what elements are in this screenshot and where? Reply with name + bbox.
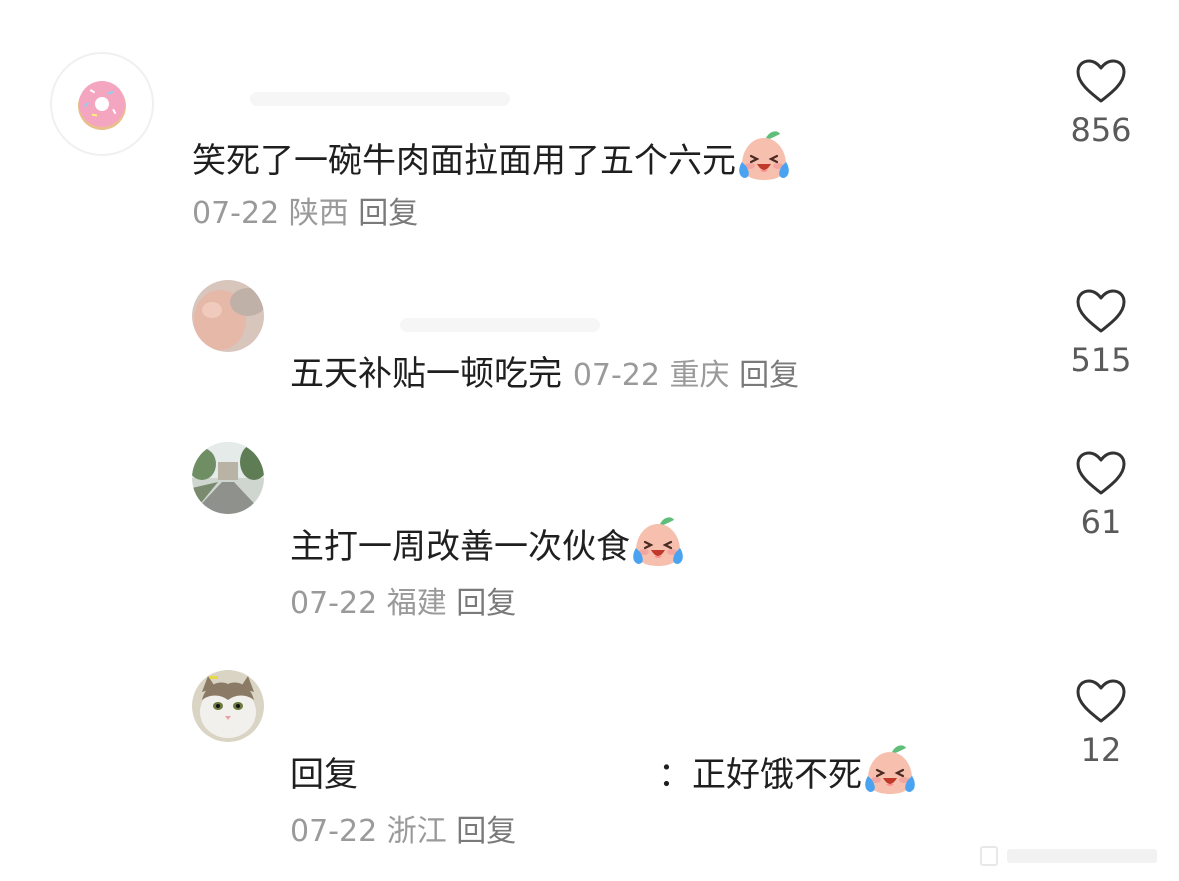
- comment-location: 陕西: [288, 196, 349, 231]
- heart-outline-icon: [1075, 678, 1127, 724]
- like-count: 12: [1080, 731, 1122, 769]
- comment-meta: 07-22 重庆 回复: [573, 358, 799, 393]
- like-button[interactable]: 856: [1051, 58, 1151, 150]
- donut-avatar[interactable]: [50, 52, 154, 156]
- comment-location: 福建: [386, 586, 447, 621]
- comment-date: 07-22: [572, 358, 660, 393]
- street-avatar[interactable]: [192, 442, 264, 514]
- comment-text: 笑死了一碗牛肉面拉面用了五个六元: [192, 128, 792, 184]
- comment-text-content: ：正好饿不死: [658, 755, 862, 795]
- comment-meta: 07-22 福建 回复: [290, 584, 516, 624]
- laugh-cry-emoji: [862, 742, 918, 798]
- comment-meta: 07-22 浙江 回复: [290, 812, 516, 852]
- like-count: 515: [1070, 341, 1132, 379]
- laugh-cry-emoji: [630, 514, 686, 570]
- comment-text-content: 主打一周改善一次伙食: [290, 527, 630, 567]
- comment-meta: 07-22 陕西 回复: [192, 194, 418, 234]
- comment-text-content: 五天补贴一顿吃完: [290, 354, 562, 394]
- like-count: 856: [1070, 111, 1132, 149]
- username-hidden[interactable]: [400, 318, 600, 332]
- comment-location: 浙江: [386, 814, 447, 849]
- reply-button[interactable]: 回复: [739, 358, 799, 393]
- like-button[interactable]: 515: [1051, 288, 1151, 380]
- comment-location: 重庆: [669, 358, 730, 393]
- comment-text-content: 笑死了一碗牛肉面拉面用了五个六元: [192, 141, 736, 181]
- reply-button[interactable]: 回复: [456, 586, 516, 621]
- laugh-cry-emoji: [736, 128, 792, 184]
- watermark: [979, 845, 1169, 867]
- reply-prefix: 回复: [290, 755, 358, 795]
- heart-outline-icon: [1075, 450, 1127, 496]
- comment-text: 五天补贴一顿吃完 07-22 重庆 回复: [290, 352, 799, 398]
- comment-date: 07-22: [290, 586, 378, 621]
- reply-button[interactable]: 回复: [456, 814, 516, 849]
- photo-avatar[interactable]: [192, 280, 264, 352]
- heart-outline-icon: [1075, 288, 1127, 334]
- username-hidden[interactable]: [250, 92, 510, 106]
- comment-text: 主打一周改善一次伙食: [290, 514, 686, 570]
- cat-avatar[interactable]: [192, 670, 264, 742]
- comment-date: 07-22: [192, 196, 280, 231]
- reply-button[interactable]: 回复: [358, 196, 418, 231]
- like-count: 61: [1080, 503, 1122, 541]
- like-button[interactable]: 12: [1051, 678, 1151, 770]
- like-button[interactable]: 61: [1051, 450, 1151, 542]
- heart-outline-icon: [1075, 58, 1127, 104]
- comment-date: 07-22: [290, 814, 378, 849]
- comment-text: 回复 ：正好饿不死: [290, 742, 918, 798]
